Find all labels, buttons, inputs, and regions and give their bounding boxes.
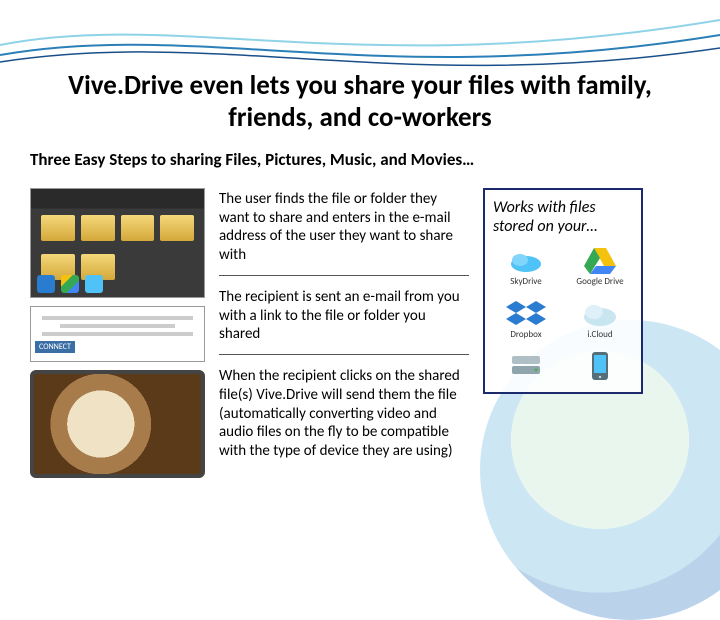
steps-column: The user finds the file or folder they w… (219, 188, 469, 478)
service-label: Dropbox (510, 329, 541, 340)
service-label: Google Drive (576, 276, 623, 287)
connect-badge: CONNECT (35, 341, 75, 353)
works-with-sidebar: Works with files stored on your… SkyDriv… (483, 188, 643, 394)
gdrive-icon (580, 244, 620, 276)
folder-icon (160, 215, 194, 241)
step-2-text: The recipient is sent an e-mail from you… (219, 286, 469, 352)
folder-icon (81, 215, 115, 241)
sidebar-title: Works with files stored on your… (493, 198, 633, 236)
device-icon (580, 350, 620, 382)
thumbnail-tablet-video (30, 370, 205, 478)
folder-icon (41, 215, 75, 241)
page-subtitle: Three Easy Steps to sharing Files, Pictu… (30, 149, 690, 170)
page-title: Vive.Drive even lets you share your file… (30, 70, 690, 135)
service-dropbox: Dropbox (506, 297, 546, 340)
skydrive-mini-icon (85, 275, 103, 293)
divider (219, 275, 469, 276)
thumbnail-email: CONNECT (30, 306, 205, 362)
thumbnails-column: CONNECT (30, 188, 205, 478)
folder-icon (121, 215, 155, 241)
dropbox-icon (506, 297, 546, 329)
service-label: i.Cloud (587, 329, 612, 340)
skydrive-icon (506, 244, 546, 276)
gdrive-mini-icon (61, 275, 79, 293)
service-label: SkyDrive (510, 276, 542, 287)
harddrive-icon (506, 350, 546, 382)
step-1-text: The user finds the file or folder they w… (219, 188, 469, 273)
service-skydrive: SkyDrive (506, 244, 546, 287)
service-gdrive: Google Drive (576, 244, 623, 287)
thumbnail-file-browser (30, 188, 205, 298)
dropbox-mini-icon (37, 275, 55, 293)
tablet-screen (34, 374, 201, 474)
service-harddrive (506, 350, 546, 382)
divider (219, 354, 469, 355)
service-device (580, 350, 620, 382)
icloud-icon (580, 297, 620, 329)
step-3-text: When the recipient clicks on the shared … (219, 365, 469, 469)
service-icloud: i.Cloud (580, 297, 620, 340)
